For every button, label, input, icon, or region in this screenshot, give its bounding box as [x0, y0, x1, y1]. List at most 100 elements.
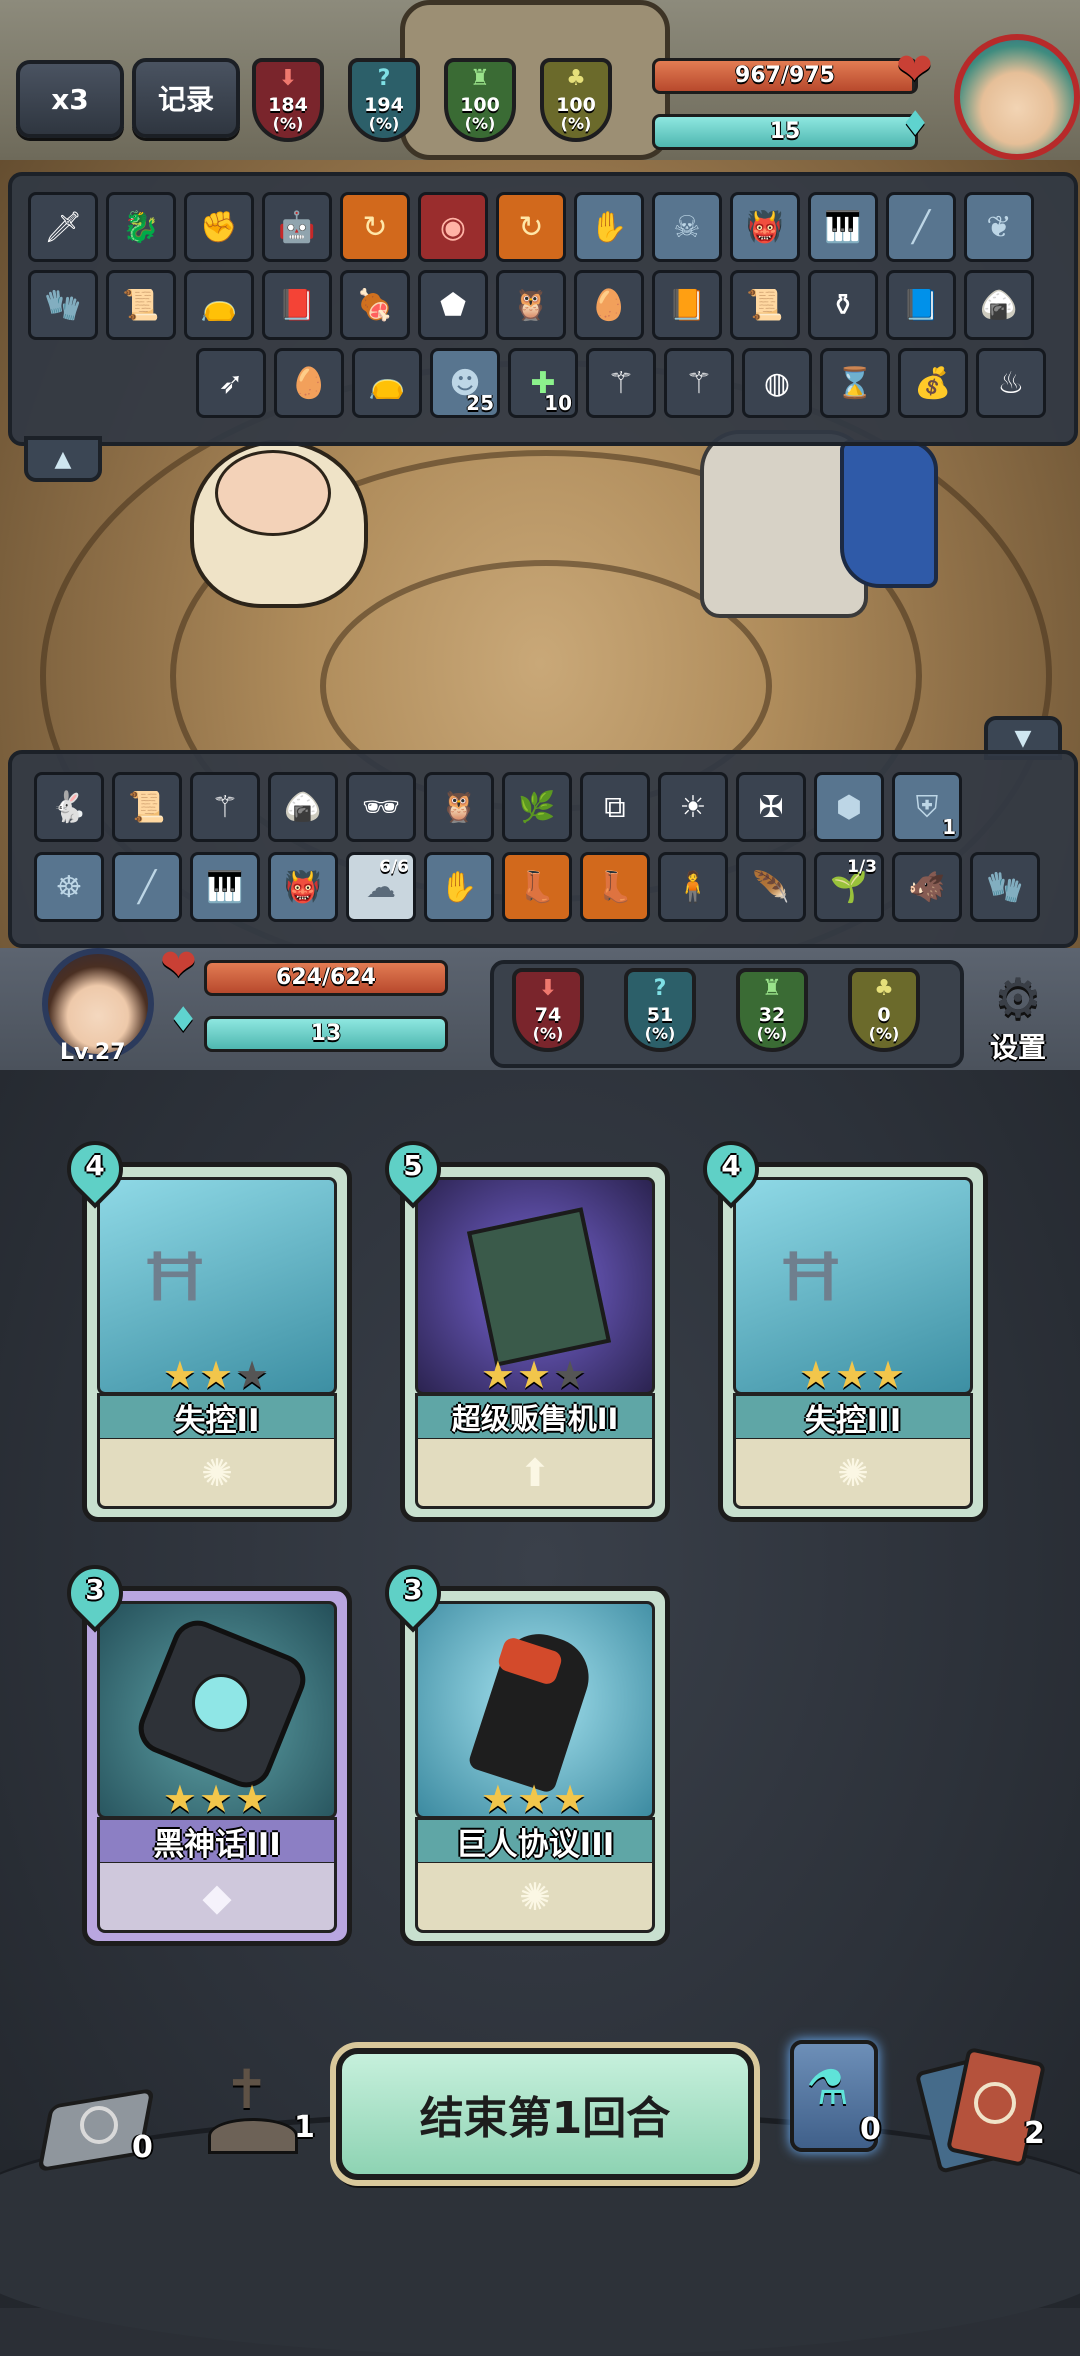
player-buff-shield[interactable]: ⛨ 1: [892, 772, 962, 842]
enemy-item-dragon-helm[interactable]: 🐉: [106, 192, 176, 262]
enemy-item-gauntlet[interactable]: ✊: [184, 192, 254, 262]
player-item-plant-monster[interactable]: 🌱 1/3: [814, 852, 884, 922]
enemy-item-potion-vase[interactable]: ⚱: [808, 270, 878, 340]
hand-card-4[interactable]: 3 ★★★ 黑神话III ◆: [55, 1553, 352, 1946]
hand-card-5[interactable]: 3 ★★★ 巨人协议III ✺: [373, 1553, 670, 1946]
enemy-item-dagger[interactable]: 🗡: [28, 192, 98, 262]
enemy-item-red-totem[interactable]: ♨: [976, 348, 1046, 418]
hand-card-3[interactable]: 4 ꟸ ★★★ 失控III ✺: [691, 1129, 988, 1522]
player-buff-dark-gem[interactable]: ⬢: [814, 772, 884, 842]
enemy-item-blood-orb[interactable]: ◉: [418, 192, 488, 262]
enemy-item-green-egg-2[interactable]: 🥚: [274, 348, 344, 418]
enemy-item-blue-scroll[interactable]: 📘: [886, 270, 956, 340]
player-item-cloud-charm[interactable]: ☁ 6/6: [346, 852, 416, 922]
enemy-item-piano[interactable]: 🎹: [808, 192, 878, 262]
enemy-item-dark-orb[interactable]: ◍: [742, 348, 812, 418]
hand-card-2[interactable]: 5 ★★★ 超级贩售机II ⬆: [373, 1129, 670, 1522]
player-item-scroll[interactable]: 📜: [112, 772, 182, 842]
enemy-item-sack[interactable]: 👝: [184, 270, 254, 340]
player-item-light-orb[interactable]: ☀: [658, 772, 728, 842]
enemy-item-pouch[interactable]: 💰: [898, 348, 968, 418]
player-item-leaf-staff[interactable]: 🌿: [502, 772, 572, 842]
player-item-mummy[interactable]: ⧉: [580, 772, 650, 842]
enemy-power-value: 100: [460, 94, 500, 116]
skill-type-icon: ✺: [415, 1863, 655, 1933]
star-filled-icon: ★: [162, 1353, 199, 1397]
card-cost: 5: [373, 1129, 453, 1209]
player-item-doll[interactable]: 🧍: [658, 852, 728, 922]
enemy-item-tome[interactable]: 📙: [652, 270, 722, 340]
graveyard-count: 1: [294, 2110, 315, 2145]
chevron-up-icon: ▲: [54, 446, 72, 472]
enemy-avatar[interactable]: [954, 34, 1080, 160]
card-name: 失控III: [733, 1393, 973, 1441]
clover-icon: ♣: [566, 66, 586, 91]
player-power-value: 32: [758, 1004, 786, 1026]
enemy-item-rice-ball[interactable]: 🍙: [964, 270, 1034, 340]
player-item-sunglasses[interactable]: 🕶: [346, 772, 416, 842]
enemy-item-meat[interactable]: 🍖: [340, 270, 410, 340]
player-item-magic-staff[interactable]: ⚚: [190, 772, 260, 842]
player-hp-bar: 624/624: [204, 960, 448, 996]
enemy-item-staff[interactable]: ⚚: [586, 348, 656, 418]
draw-pile[interactable]: 0: [37, 2086, 155, 2186]
player-item-ogre-mask[interactable]: 👹: [268, 852, 338, 922]
player-item-glove[interactable]: ✋: [424, 852, 494, 922]
enemy-item-wings[interactable]: ❦: [964, 192, 1034, 262]
enemy-item-hourglass[interactable]: ⌛: [820, 348, 890, 418]
player-item-wand[interactable]: ╱: [112, 852, 182, 922]
enemy-boss-sprite[interactable]: [400, 0, 670, 160]
player-item-beast-head[interactable]: ☸: [34, 852, 104, 922]
enemy-item-staff-2[interactable]: ⚚: [664, 348, 734, 418]
player-item-wing[interactable]: 🪶: [736, 852, 806, 922]
enemy-item-gold-scroll[interactable]: 📜: [730, 270, 800, 340]
enemy-item-owl[interactable]: 🦉: [496, 270, 566, 340]
player-item-rice-ball[interactable]: 🍙: [268, 772, 338, 842]
enemy-item-robot[interactable]: 🤖: [262, 192, 332, 262]
skull-icon: [192, 1674, 250, 1732]
enemy-item-scroll[interactable]: 📜: [106, 270, 176, 340]
card-cost: 3: [373, 1553, 453, 1633]
enemy-item-ore[interactable]: ⬟: [418, 270, 488, 340]
hand-card-1[interactable]: 4 ꟸ ★★★ 失控II ✺: [55, 1129, 352, 1522]
enemy-buff-shield-face[interactable]: ☻ 25: [430, 348, 500, 418]
player-item-red-beast[interactable]: 🐗: [892, 852, 962, 922]
enemy-item-skull[interactable]: ☠: [652, 192, 722, 262]
discard-pile[interactable]: 2: [914, 2046, 1062, 2176]
enemy-item-red-scroll[interactable]: 📕: [262, 270, 332, 340]
settings-label[interactable]: 设置: [978, 1026, 1058, 1066]
player-item-rabbit[interactable]: 🐇: [34, 772, 104, 842]
player-item-boot[interactable]: 👢: [502, 852, 572, 922]
enemy-item-wand[interactable]: ╱: [886, 192, 956, 262]
potion-icon: ⚗: [806, 2060, 850, 2116]
enemy-item-leather-glove[interactable]: 🧤: [28, 270, 98, 340]
enemy-item-power-orb-2[interactable]: ↻: [496, 192, 566, 262]
settings-gear-icon[interactable]: ⚙: [980, 972, 1056, 1032]
player-level: Lv.27: [60, 1040, 126, 1065]
record-button[interactable]: 记录: [132, 58, 240, 138]
graveyard[interactable]: ✝ 1: [190, 2052, 320, 2162]
star-filled-icon: ★: [553, 1777, 590, 1821]
enemy-buff-heal-ring[interactable]: ✚ 10: [508, 348, 578, 418]
upgrade-type-icon: ⬆: [415, 1439, 655, 1509]
player-item-boot-2[interactable]: 👢: [580, 852, 650, 922]
player-item-leather-glove[interactable]: 🧤: [970, 852, 1040, 922]
enemy-defense-value: 194: [364, 94, 404, 116]
end-turn-button[interactable]: 结束第1回合: [336, 2048, 754, 2180]
enemy-item-spear[interactable]: ➶: [196, 348, 266, 418]
stat-unit: (%): [868, 1024, 900, 1043]
enemy-item-sack-2[interactable]: 👝: [352, 348, 422, 418]
player-item-owl[interactable]: 🦉: [424, 772, 494, 842]
player-item-piano[interactable]: 🎹: [190, 852, 260, 922]
skill-type-icon: ✺: [97, 1439, 337, 1509]
enemy-item-ogre-mask[interactable]: 👹: [730, 192, 800, 262]
enemy-item-power-orb[interactable]: ↻: [340, 192, 410, 262]
collapse-enemy-items-button[interactable]: ▲: [24, 436, 102, 482]
player-item-crossbow[interactable]: ✠: [736, 772, 806, 842]
card-cost: 4: [55, 1129, 135, 1209]
enemy-item-glove[interactable]: ✋: [574, 192, 644, 262]
speed-button[interactable]: x3: [16, 60, 124, 138]
player-defense-value: 51: [646, 1004, 674, 1026]
enemy-item-green-egg[interactable]: 🥚: [574, 270, 644, 340]
potion-slot[interactable]: ⚗ 0: [786, 2036, 886, 2156]
